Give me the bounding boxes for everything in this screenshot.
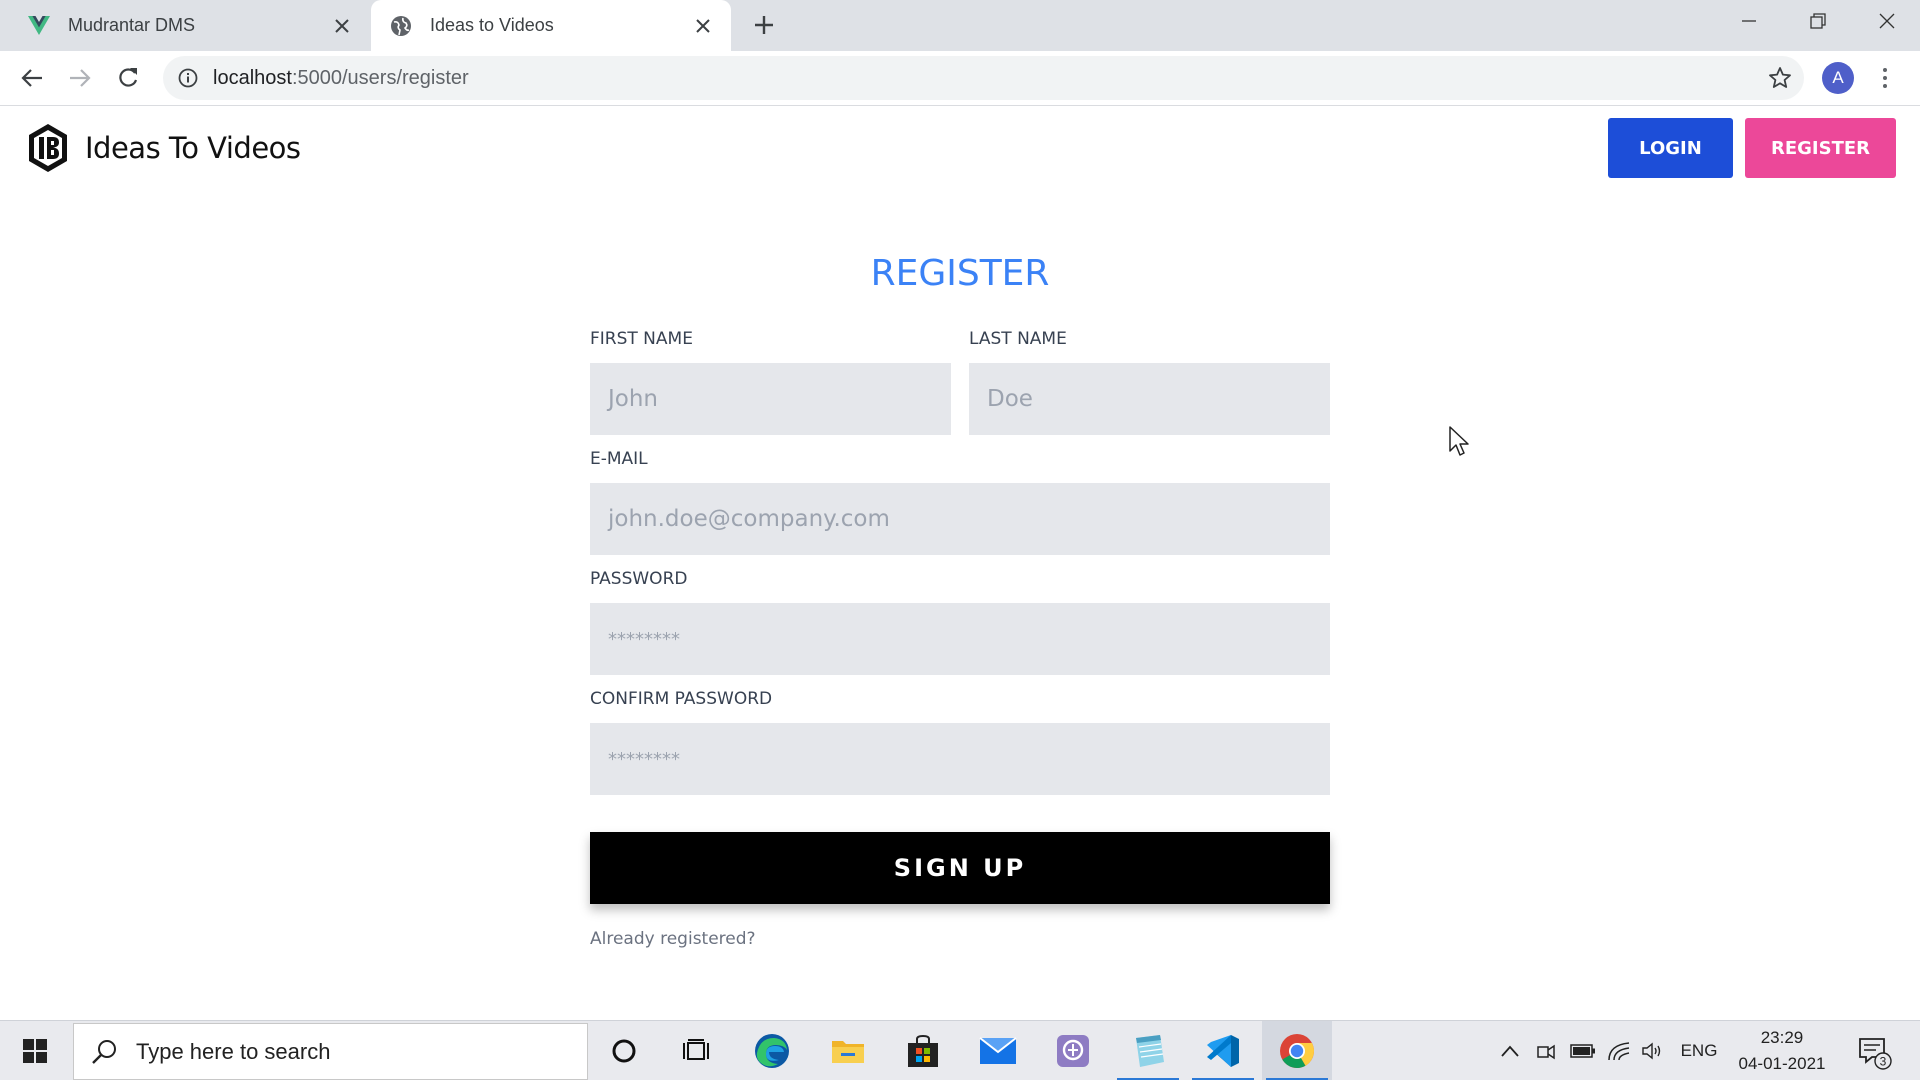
edge-icon[interactable]	[737, 1021, 807, 1080]
store-icon[interactable]	[888, 1021, 958, 1080]
confirm-password-input[interactable]: ********	[590, 723, 1330, 795]
close-window-icon[interactable]	[1852, 0, 1920, 42]
url-text: localhost:5000/users/register	[213, 67, 469, 90]
last-name-input[interactable]: Doe	[969, 363, 1330, 435]
vscode-icon[interactable]	[1188, 1021, 1258, 1080]
notification-count: 3	[1880, 1055, 1887, 1069]
brand-name: Ideas To Videos	[85, 131, 301, 165]
url-host: localhost	[213, 66, 292, 89]
address-bar[interactable]: localhost:5000/users/register	[163, 56, 1804, 100]
mail-icon[interactable]	[963, 1021, 1033, 1080]
chrome-icon[interactable]	[1262, 1021, 1332, 1080]
notification-center-icon[interactable]: 3	[1854, 1031, 1894, 1071]
confirm-password-label: CONFIRM PASSWORD	[590, 689, 773, 709]
restore-icon[interactable]	[1783, 0, 1852, 42]
tab-title: Ideas to Videos	[430, 15, 554, 35]
file-explorer-icon[interactable]	[813, 1021, 883, 1080]
first-name-label: FIRST NAME	[590, 329, 693, 349]
register-button[interactable]: REGISTER	[1745, 118, 1896, 178]
email-input[interactable]: john.doe@company.com	[590, 483, 1330, 555]
mouse-cursor-icon	[1449, 426, 1469, 456]
windows-start-icon[interactable]	[0, 1021, 70, 1080]
back-arrow-icon[interactable]	[13, 59, 51, 97]
close-tab-icon[interactable]	[689, 12, 717, 40]
login-button[interactable]: LOGIN	[1608, 118, 1733, 178]
already-registered-link[interactable]: Already registered?	[590, 929, 756, 949]
task-view-icon[interactable]	[661, 1021, 731, 1080]
meet-now-icon[interactable]	[1532, 1021, 1560, 1080]
tab-ideas-to-videos[interactable]: Ideas to Videos	[371, 0, 731, 51]
sign-up-button[interactable]: SIGN UP	[590, 832, 1330, 904]
browser-tab-strip: Mudrantar DMS Ideas to Videos	[0, 0, 1920, 51]
windows-taskbar: Type here to search ENG 23:29 04-01-2021…	[0, 1020, 1920, 1080]
close-tab-icon[interactable]	[328, 12, 356, 40]
notepad-icon[interactable]	[1113, 1021, 1183, 1080]
browser-toolbar: localhost:5000/users/register A	[0, 51, 1920, 106]
volume-icon[interactable]	[1638, 1021, 1668, 1080]
bookmark-star-icon[interactable]	[1768, 66, 1792, 90]
browser-menu-icon[interactable]	[1872, 61, 1898, 95]
password-input[interactable]: ********	[590, 603, 1330, 675]
profile-avatar[interactable]: A	[1822, 62, 1854, 94]
tab-title: Mudrantar DMS	[68, 15, 196, 35]
taskbar-search-box[interactable]: Type here to search	[73, 1023, 588, 1080]
brand[interactable]: Ideas To Videos	[27, 123, 301, 173]
search-icon	[90, 1037, 120, 1067]
tab-mudrantar-dms[interactable]: Mudrantar DMS	[0, 0, 370, 51]
web-page: Ideas To Videos LOGIN REGISTER REGISTER …	[0, 107, 1920, 1020]
language-indicator[interactable]: ENG	[1674, 1021, 1724, 1080]
last-name-label: LAST NAME	[969, 329, 1067, 349]
first-name-input[interactable]: John	[590, 363, 951, 435]
app-icon[interactable]	[1038, 1021, 1108, 1080]
search-placeholder: Type here to search	[136, 1038, 331, 1064]
battery-icon[interactable]	[1566, 1021, 1600, 1080]
cortana-icon[interactable]	[589, 1021, 659, 1080]
vue-logo-icon	[28, 15, 50, 37]
url-path: :5000/users/register	[291, 66, 469, 89]
form-title: REGISTER	[870, 253, 1050, 294]
brand-logo-icon	[27, 123, 69, 173]
email-label: E-MAIL	[590, 449, 648, 469]
wifi-icon[interactable]	[1604, 1021, 1634, 1080]
new-tab-plus-icon[interactable]	[747, 8, 781, 42]
password-label: PASSWORD	[590, 569, 688, 589]
forward-arrow-icon[interactable]	[61, 59, 99, 97]
show-hidden-icons-chevron-icon[interactable]	[1496, 1021, 1524, 1080]
clock-time: 23:29	[1760, 1028, 1804, 1047]
site-info-icon[interactable]	[177, 67, 199, 89]
system-clock[interactable]: 23:29 04-01-2021	[1720, 1025, 1844, 1077]
reload-icon[interactable]	[109, 59, 147, 97]
globe-icon	[390, 15, 412, 37]
clock-date: 04-01-2021	[1738, 1054, 1826, 1073]
minimize-icon[interactable]	[1714, 0, 1783, 42]
